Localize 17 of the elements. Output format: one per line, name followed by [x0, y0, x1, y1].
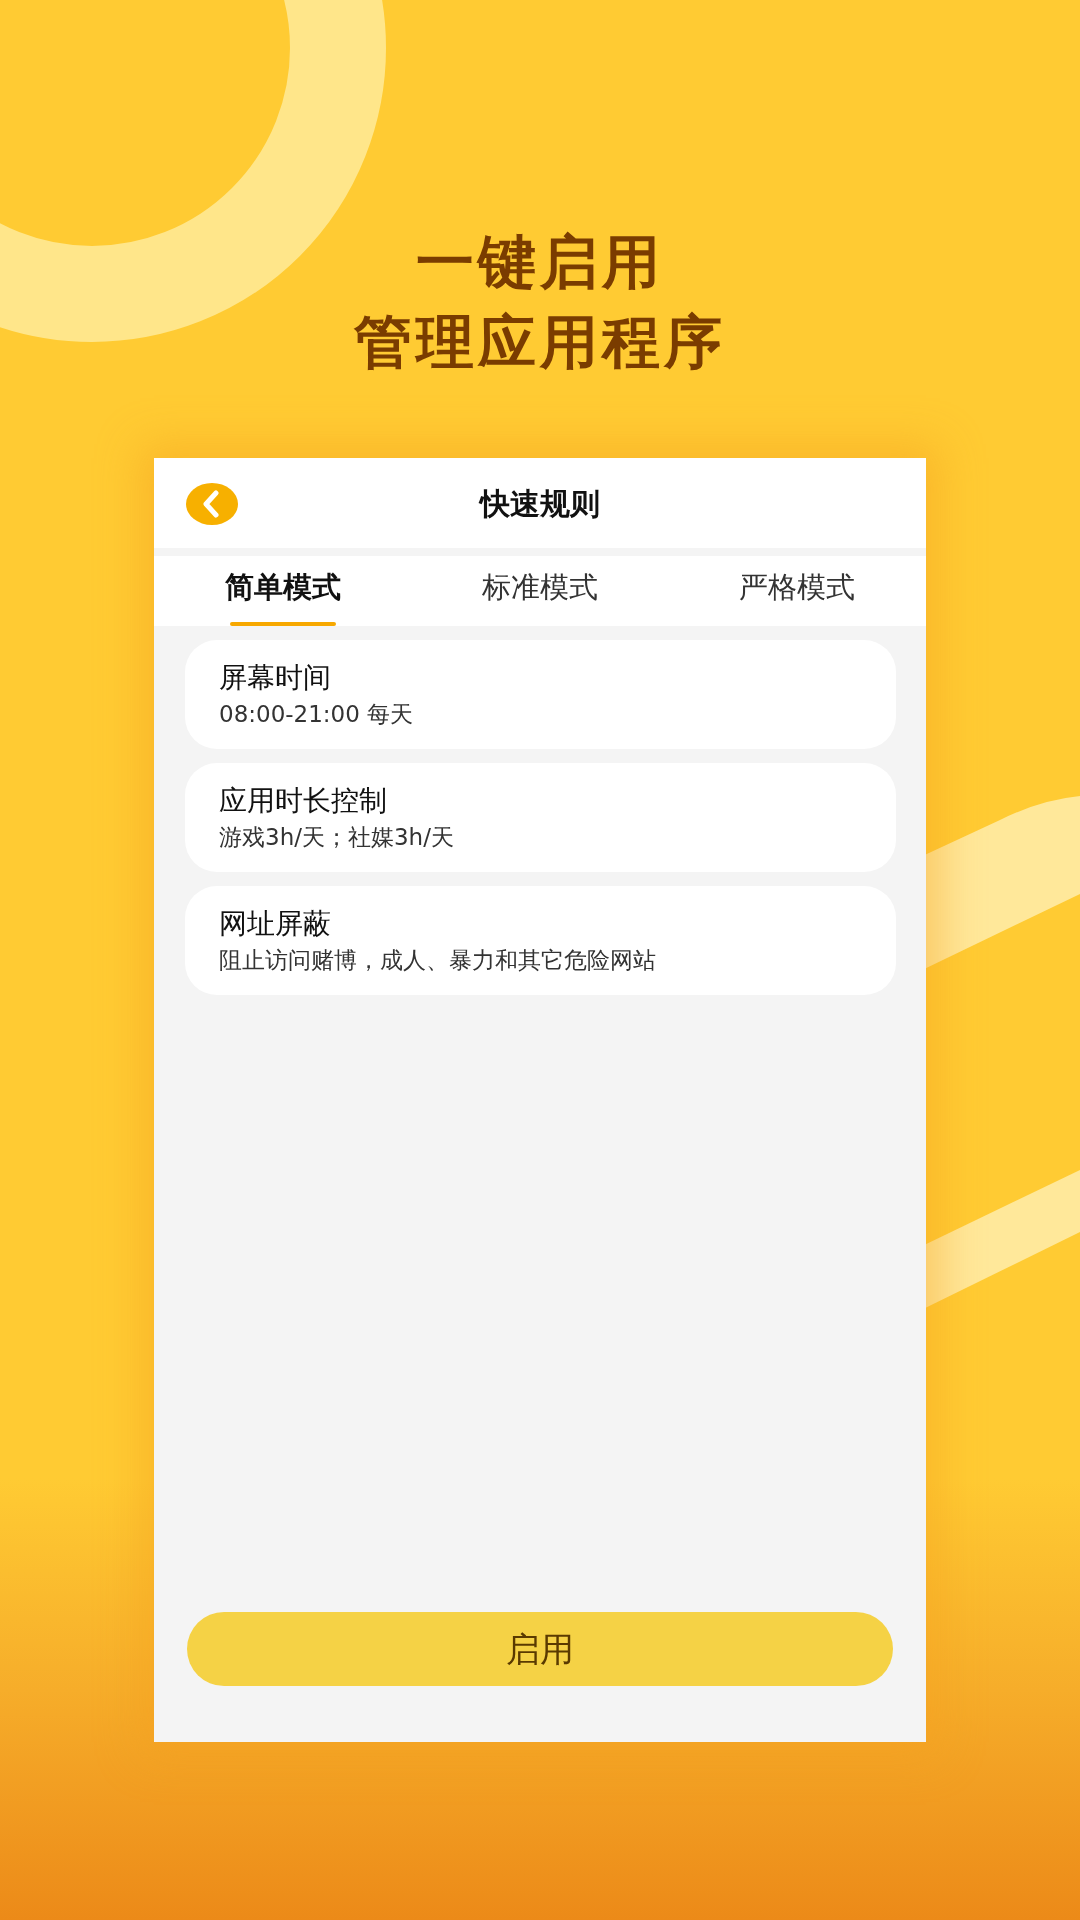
enable-button[interactable]: 启用 — [187, 1612, 893, 1686]
back-icon[interactable] — [186, 483, 238, 525]
headline: 管理应用程序 — [354, 307, 726, 378]
rule-card[interactable]: 应用时长控制 游戏3h/天；社媒3h/天 — [185, 763, 896, 872]
rule-card[interactable]: 网址屏蔽 阻止访问赌博，成人、暴力和其它危险网站 — [185, 886, 896, 995]
rule-title: 网址屏蔽 — [219, 905, 332, 942]
rule-title: 应用时长控制 — [219, 782, 388, 819]
mode-tab[interactable]: 严格模式 — [668, 556, 926, 626]
headline: 一键启用 — [416, 227, 664, 298]
rule-card[interactable]: 屏幕时间 08:00-21:00 每天 — [185, 640, 896, 749]
mode-tab[interactable]: 简单模式 — [154, 556, 412, 626]
mode-tab[interactable]: 标准模式 — [411, 556, 669, 626]
rule-detail: 游戏3h/天；社媒3h/天 — [219, 822, 455, 852]
rule-detail: 08:00-21:00 每天 — [219, 699, 415, 729]
rule-title: 屏幕时间 — [219, 659, 332, 696]
rule-detail: 阻止访问赌博，成人、暴力和其它危险网站 — [219, 945, 657, 975]
screen-title: 快速规则 — [480, 484, 600, 523]
